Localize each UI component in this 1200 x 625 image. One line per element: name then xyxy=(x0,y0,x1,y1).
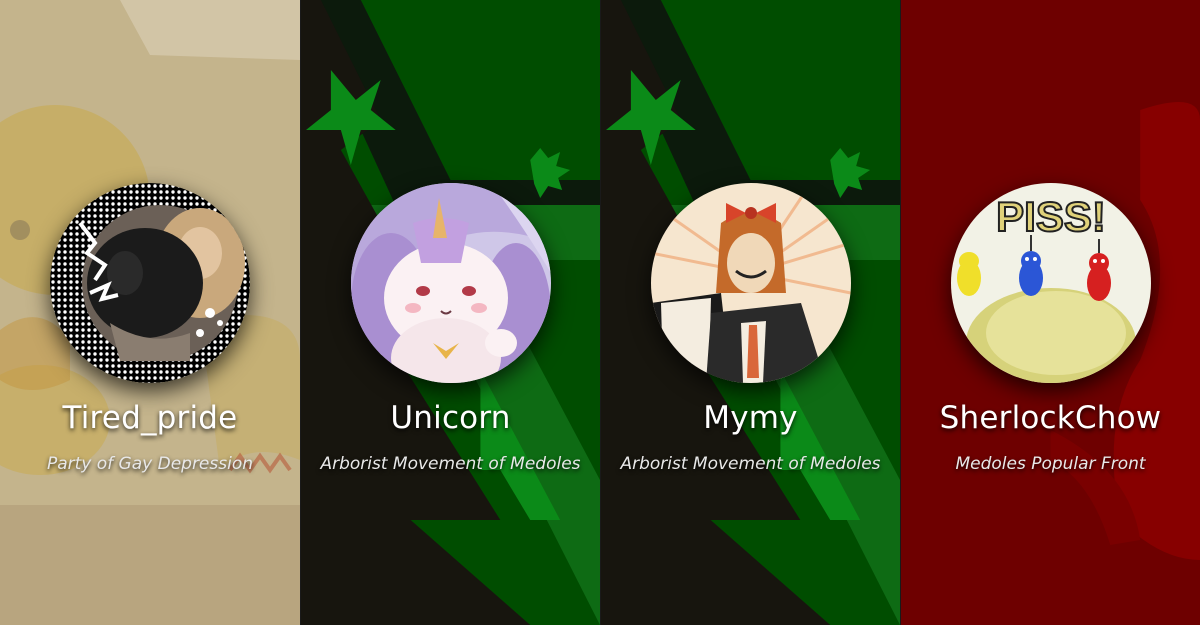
candidate-party: Arborist Movement of Medoles xyxy=(320,454,581,474)
cat-and-doll-photo-icon xyxy=(50,183,250,383)
unicorn-cartoon-icon xyxy=(350,183,551,383)
candidate-card-sherlockchow[interactable]: PISS! SherlockChow Medoles Popular Front xyxy=(900,0,1200,625)
candidate-cards: Tired_pride Party of Gay Depression Unic… xyxy=(0,0,1200,625)
candidate-party: Arborist Movement of Medoles xyxy=(620,454,881,474)
candidate-name: SherlockChow xyxy=(939,400,1162,436)
avatar: PISS! xyxy=(950,183,1151,383)
candidate-party: Party of Gay Depression xyxy=(46,454,254,474)
candidate-card-unicorn[interactable]: Unicorn Arborist Movement of Medoles xyxy=(300,0,600,625)
candidate-card-tired-pride[interactable]: Tired_pride Party of Gay Depression xyxy=(0,0,300,625)
avatar xyxy=(650,183,851,383)
avatar-caption: PISS! xyxy=(996,193,1106,240)
avatar xyxy=(50,183,250,383)
candidate-card-mymy[interactable]: Mymy Arborist Movement of Medoles xyxy=(600,0,900,625)
candidate-name: Unicorn xyxy=(390,400,511,436)
candidate-party: Medoles Popular Front xyxy=(955,454,1146,474)
pikmin-meme-icon: PISS! xyxy=(950,183,1151,383)
candidate-name: Tired_pride xyxy=(62,400,238,436)
avatar xyxy=(350,183,551,383)
candidate-name: Mymy xyxy=(703,400,798,436)
man-with-bow-drawing-icon xyxy=(650,183,851,383)
